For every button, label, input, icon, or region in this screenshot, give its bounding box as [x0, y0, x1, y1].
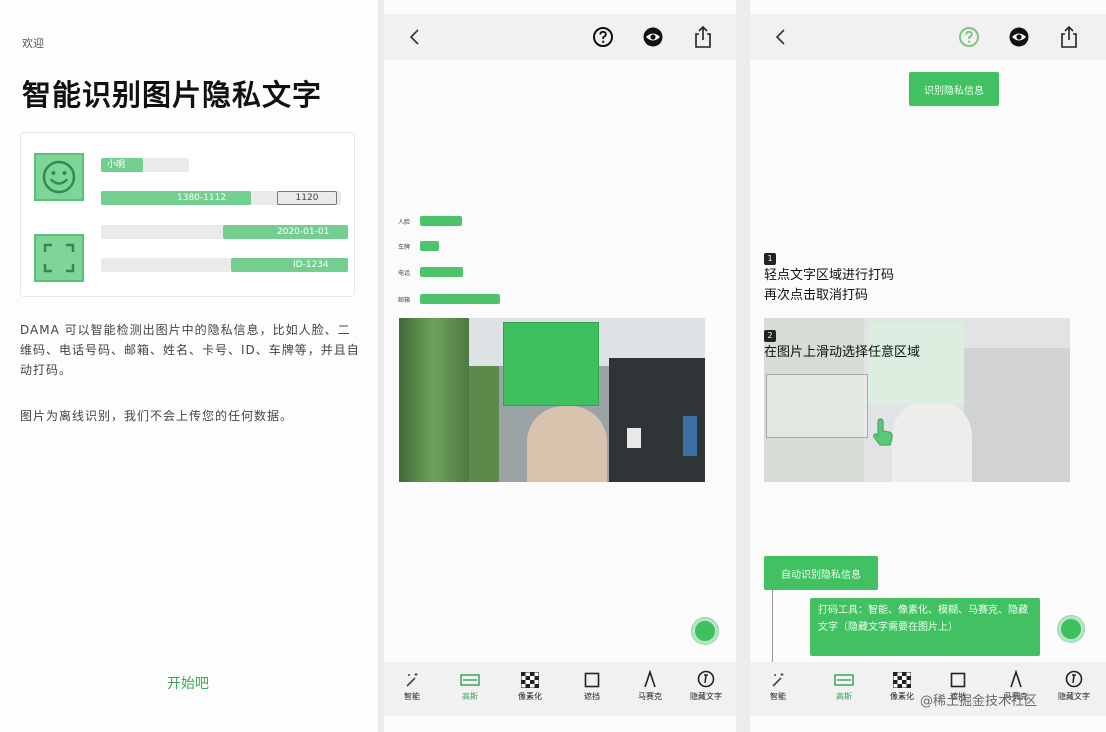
confirm-fab-button[interactable]: [1058, 616, 1084, 642]
feature-card: 小明 1380-1112 1120 2020-01-01 ID-1234: [20, 132, 355, 297]
date-bar: 2020-01-01: [223, 225, 348, 239]
back-icon[interactable]: [768, 24, 794, 50]
hand-pointer-icon: [870, 418, 896, 452]
help-icon[interactable]: [956, 24, 982, 50]
magic-wand-icon: [752, 666, 804, 688]
editor-screen: 人脸 车牌 电话 邮箱 智能 高斯 像素化 遮挡 马赛克 隐藏文字: [384, 0, 736, 732]
tool-pen[interactable]: 马赛克: [624, 666, 676, 712]
phone-bar: 1380-1112: [101, 191, 251, 205]
back-icon[interactable]: [402, 24, 428, 50]
tool-smart[interactable]: 智能: [386, 666, 438, 712]
tool-bar: 智能 高斯 像素化 遮挡 马赛克 隐藏文字: [384, 662, 736, 716]
share-icon[interactable]: [1056, 24, 1082, 50]
hedge: [399, 318, 469, 482]
site-watermark: @稀土掘金技术社区: [920, 694, 1038, 709]
stat-bar: [420, 241, 439, 251]
mosaic-icon: [504, 666, 556, 688]
editor-nav-bar: [384, 14, 736, 60]
connector-line: [772, 590, 773, 662]
tool-hide-text[interactable]: 隐藏文字: [1048, 666, 1100, 712]
detect-privacy-button[interactable]: 识别隐私信息: [909, 72, 999, 106]
tool-box[interactable]: 遮挡: [566, 666, 618, 712]
tutorial-screen: 识别隐私信息 1 轻点文字区域进行打码 再次点击取消打码 2 在图片上滑动选择任…: [750, 0, 1106, 732]
stat-bar: [420, 267, 463, 277]
magic-wand-icon: [386, 666, 438, 688]
tool-smart[interactable]: 智能: [752, 666, 804, 712]
text-privacy-icon: [1048, 666, 1100, 688]
step1-line2: 再次点击取消打码: [764, 288, 869, 303]
tool-blur[interactable]: 高斯: [444, 666, 496, 712]
text-privacy-icon: [680, 666, 732, 688]
start-button[interactable]: 开始吧: [120, 668, 256, 698]
intro-screen: 欢迎 智能识别图片隐私文字 小明 1380-1112 1120 2020-01-…: [0, 0, 378, 732]
blur-icon: [444, 666, 496, 688]
help-icon[interactable]: [590, 24, 616, 50]
tool-hide-text[interactable]: 隐藏文字: [680, 666, 732, 712]
tag-badge: 1120: [277, 191, 337, 205]
selection-rect: [766, 374, 868, 438]
pen-icon: [990, 666, 1042, 688]
name-bar: 小明: [101, 158, 143, 172]
tool-blur[interactable]: 高斯: [818, 666, 870, 712]
stat-label: 邮箱: [398, 297, 411, 304]
share-icon[interactable]: [690, 24, 716, 50]
box-icon: [566, 666, 618, 688]
intro-title: 智能识别图片隐私文字: [22, 78, 323, 112]
box-icon: [932, 666, 984, 688]
tool-pixelate[interactable]: 像素化: [504, 666, 556, 712]
preview-eye-icon[interactable]: [640, 24, 666, 50]
step-number: 1: [764, 253, 776, 265]
intro-privacy-note: 图片为离线识别，我们不会上传您的任何数据。: [20, 409, 294, 423]
stat-label: 电话: [398, 270, 411, 277]
confirm-fab-button[interactable]: [692, 618, 718, 644]
stat-label: 人脸: [398, 219, 411, 226]
scan-frame-icon: [34, 234, 84, 282]
mosaic-icon: [876, 666, 928, 688]
edited-photo[interactable]: [399, 318, 705, 482]
auto-detect-button[interactable]: 自动识别隐私信息: [764, 556, 878, 590]
tool-tooltip: 打码工具：智能、像素化、模糊、马赛克、隐藏文字（隐藏文字需要在图片上）: [810, 598, 1040, 656]
intro-description: DAMA 可以智能检测出图片中的隐私信息，比如人脸、二维码、电话号码、邮箱、姓名…: [20, 323, 360, 377]
preview-eye-icon[interactable]: [1006, 24, 1032, 50]
step1-line1: 轻点文字区域进行打码: [764, 268, 895, 283]
stat-bar: [420, 216, 462, 226]
step-number: 2: [764, 330, 776, 342]
id-bar: ID-1234: [231, 258, 348, 272]
stat-label: 车牌: [398, 244, 411, 251]
tutorial-nav-bar: [750, 14, 1106, 60]
intro-eyebrow: 欢迎: [22, 37, 44, 50]
step2-line1: 在图片上滑动选择任意区域: [764, 345, 921, 360]
person: [527, 406, 607, 482]
smiley-icon: [34, 153, 84, 201]
blur-icon: [818, 666, 870, 688]
pen-icon: [624, 666, 676, 688]
face-mosaic-box[interactable]: [503, 322, 599, 406]
stat-bar: [420, 294, 500, 304]
